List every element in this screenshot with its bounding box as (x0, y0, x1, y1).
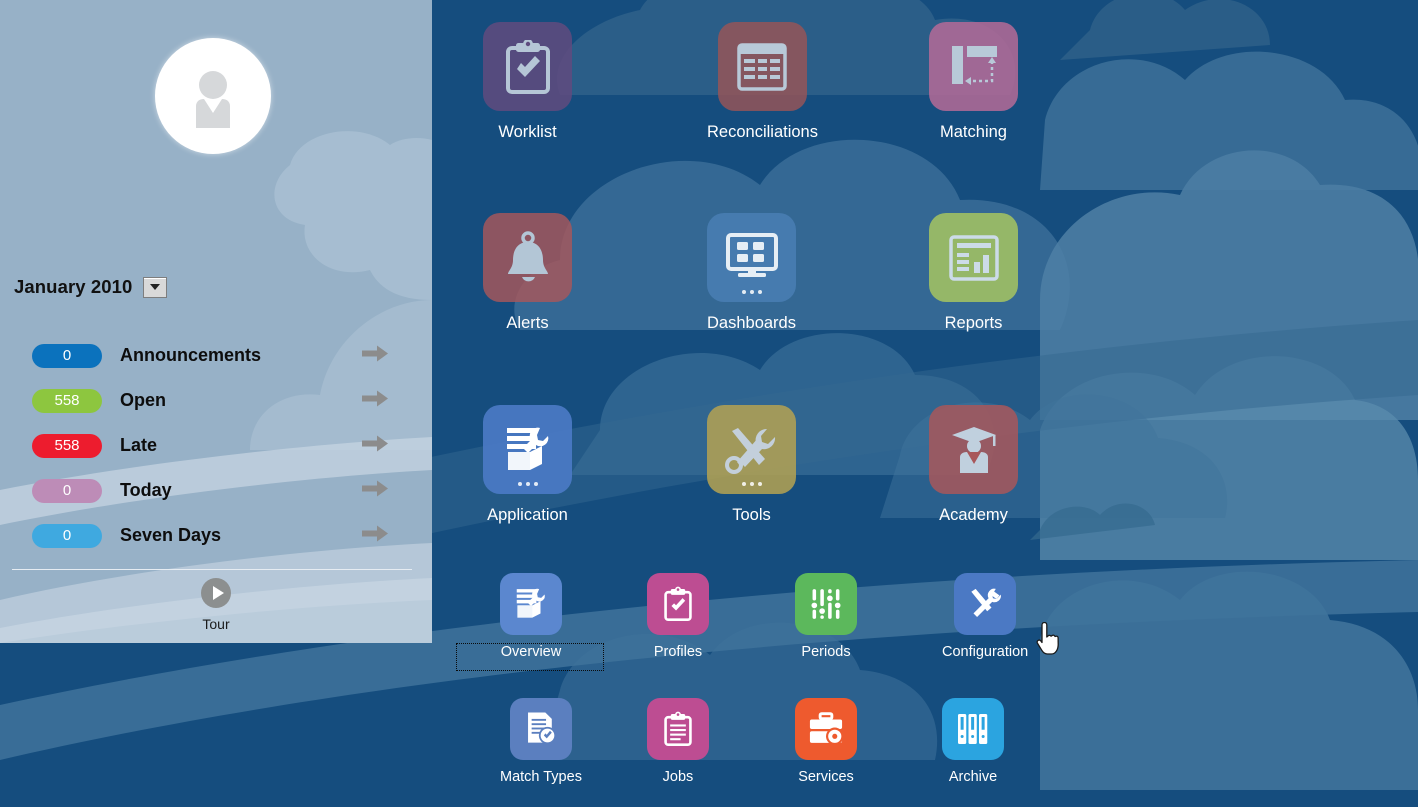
stat-row-today[interactable]: 0 Today (32, 468, 404, 513)
app-tile-reports[interactable]: Reports (929, 213, 1018, 333)
app-tile-label: Profiles (653, 644, 703, 660)
stat-row-open[interactable]: 558 Open (32, 378, 404, 423)
stat-count-badge: 558 (32, 433, 102, 458)
sidebar: January 2010 0 Announcements 558 Open 55… (0, 0, 432, 643)
stat-label: Late (120, 435, 158, 455)
overflow-dots (517, 482, 538, 486)
app-tile-label: Tools (732, 506, 771, 524)
play-circle-icon (201, 578, 231, 608)
bell-icon (483, 213, 572, 302)
matching-bars-icon (929, 22, 1018, 111)
app-tile-label: Reports (944, 314, 1003, 332)
period-label: January 2010 (14, 276, 133, 297)
overflow-dots (741, 290, 762, 294)
period-selector[interactable]: January 2010 (14, 276, 168, 298)
stat-count-badge: 0 (32, 478, 102, 503)
stat-label: Seven Days (120, 525, 222, 545)
app-tile-label: Reconciliations (707, 123, 818, 141)
app-tile-application[interactable]: Application (483, 405, 572, 525)
clipboard-lines-icon (647, 698, 709, 760)
app-box-wrench-icon (483, 405, 572, 494)
user-avatar-icon (196, 71, 230, 128)
sliders-icon (795, 573, 857, 635)
app-tile-archive[interactable]: Archive (942, 698, 1004, 785)
tour-label: Tour (202, 616, 230, 632)
app-tile-reconciliations[interactable]: Reconciliations (707, 22, 818, 142)
hammer-wrench-icon (954, 573, 1017, 635)
binders-icon (942, 698, 1004, 760)
stat-row-late[interactable]: 558 Late (32, 423, 404, 468)
graduate-icon (929, 405, 1018, 494)
report-chart-icon (929, 213, 1018, 302)
chevron-down-icon[interactable] (143, 276, 168, 298)
stat-count-badge: 0 (32, 523, 102, 548)
briefcase-gear-icon (795, 698, 857, 760)
app-tile-label: Matching (940, 123, 1007, 141)
stat-label: Open (120, 390, 167, 410)
app-tile-label: Match Types (500, 769, 582, 785)
tools-icon (707, 405, 796, 494)
app-tile-label: Worklist (498, 123, 557, 141)
app-tile-alerts[interactable]: Alerts (483, 213, 572, 333)
app-tile-label: Archive (948, 769, 998, 785)
app-tile-label: Academy (939, 506, 1008, 524)
app-tile-match-types[interactable]: Match Types (500, 698, 582, 785)
app-tile-matching[interactable]: Matching (929, 22, 1018, 142)
stat-count-badge: 558 (32, 388, 102, 413)
app-tile-label: Dashboards (707, 314, 796, 332)
stat-label: Today (120, 480, 172, 500)
stat-count-badge: 0 (32, 343, 102, 368)
arrow-right-icon[interactable] (362, 525, 388, 546)
app-tile-label: Services (798, 769, 854, 785)
app-tile-tools[interactable]: Tools (707, 405, 796, 525)
app-tile-label: Configuration (942, 644, 1029, 660)
app-tile-configuration[interactable]: Configuration (942, 573, 1028, 660)
arrow-right-icon[interactable] (362, 435, 388, 456)
app-tile-label: Periods (801, 644, 851, 660)
clipboard-check-icon (483, 22, 572, 111)
app-tile-label: Application (487, 506, 568, 524)
app-tile-label: Alerts (506, 314, 549, 332)
app-tile-services[interactable]: Services (795, 698, 857, 785)
monitor-tiles-icon (707, 213, 796, 302)
app-tile-periods[interactable]: Periods (795, 573, 857, 660)
arrow-right-icon[interactable] (362, 390, 388, 411)
stat-label: Announcements (120, 345, 262, 365)
app-tile-jobs[interactable]: Jobs (647, 698, 709, 785)
app-box-wrench-icon (500, 573, 562, 635)
sidebar-divider (12, 569, 412, 570)
document-check-icon (509, 698, 572, 760)
focus-outline-overview (456, 643, 604, 671)
tour-button[interactable]: Tour (0, 578, 432, 632)
app-launcher-grid: Worklist Reconciliations Matching Alerts… (432, 0, 1418, 807)
app-tile-profiles[interactable]: Profiles (647, 573, 709, 660)
app-tile-dashboards[interactable]: Dashboards (707, 213, 796, 333)
arrow-right-icon[interactable] (362, 345, 388, 366)
app-tile-label: Jobs (662, 769, 694, 785)
overflow-dots (741, 482, 762, 486)
app-tile-worklist[interactable]: Worklist (483, 22, 572, 142)
spreadsheet-grid-icon (717, 22, 807, 111)
stat-row-seven-days[interactable]: 0 Seven Days (32, 513, 404, 558)
app-root: January 2010 0 Announcements 558 Open 55… (0, 0, 1418, 807)
stats-list: 0 Announcements 558 Open 558 Late 0 Toda… (32, 333, 404, 558)
clipboard-check-icon (647, 573, 709, 635)
arrow-right-icon[interactable] (362, 480, 388, 501)
stat-row-announcements[interactable]: 0 Announcements (32, 333, 404, 378)
avatar[interactable] (155, 38, 271, 154)
app-tile-academy[interactable]: Academy (929, 405, 1018, 525)
